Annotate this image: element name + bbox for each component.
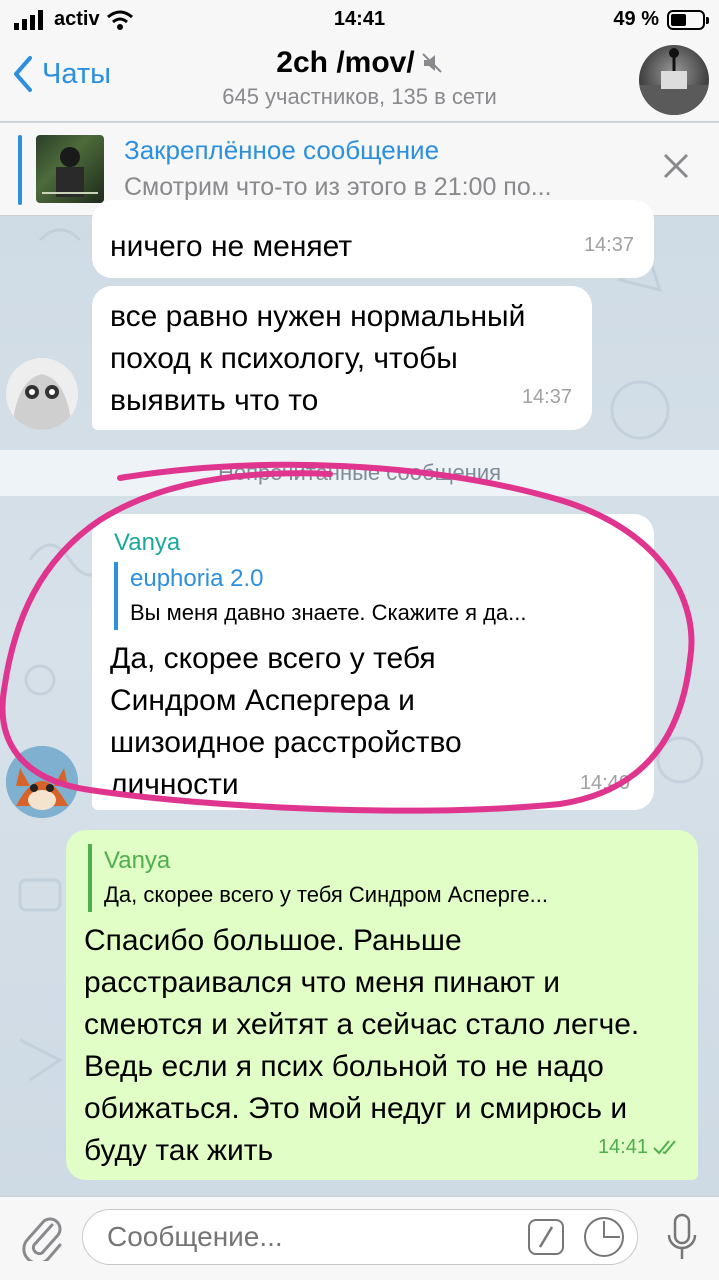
microphone-icon <box>667 1213 697 1259</box>
close-icon <box>663 153 689 179</box>
sender-name[interactable]: Vanya <box>114 522 180 564</box>
chat-title: 2ch /mov/ <box>276 46 415 79</box>
reply-preview[interactable]: euphoria 2.0 Вы меня давно знаете. Скажи… <box>114 562 630 630</box>
group-picture-icon <box>639 48 709 115</box>
reply-author: euphoria 2.0 <box>130 565 264 592</box>
close-pinned-button[interactable] <box>661 151 691 190</box>
pinned-text: Смотрим что-то из этого в 21:00 по... <box>124 173 552 201</box>
status-bar: activ 14:41 49 % <box>0 0 719 40</box>
message-bubble[interactable]: Vanya euphoria 2.0 Вы меня давно знаете.… <box>92 514 654 810</box>
chat-subtitle: 645 участников, 135 в сети <box>222 84 497 109</box>
message-text: все равно нужен нормальный поход к психо… <box>110 300 526 417</box>
pinned-thumbnail <box>36 135 104 203</box>
reply-text: Вы меня давно знаете. Скажите я да... <box>130 600 527 625</box>
reply-preview[interactable]: Vanya Да, скорее всего у тебя Синдром Ас… <box>88 844 684 912</box>
chat-title-area[interactable]: 2ch /mov/ 645 участников, 135 в сети <box>120 46 599 110</box>
message-time: 14:37 <box>521 386 572 408</box>
battery-icon <box>667 9 709 30</box>
slash-command-icon <box>538 1226 554 1248</box>
message-bubble[interactable]: ничего не меняет 14:37 <box>92 200 654 278</box>
chevron-left-icon <box>14 56 32 92</box>
message-text: Да, скорее всего у тебя Синдром Аспергер… <box>110 642 462 801</box>
user-avatar[interactable] <box>6 358 78 430</box>
pinned-title: Закреплённое сообщение <box>124 135 440 165</box>
anime-girl-avatar-icon <box>6 358 78 430</box>
user-avatar[interactable] <box>6 746 78 818</box>
fox-avatar-icon <box>6 746 78 818</box>
back-label: Чаты <box>42 57 111 90</box>
message-status: 14:41 <box>598 1126 682 1168</box>
chat-avatar[interactable] <box>639 45 709 115</box>
battery-percent: 49 % <box>613 8 659 30</box>
double-check-icon <box>653 1140 676 1155</box>
chat-header: Чаты 2ch /mov/ 645 участников, 135 в сет… <box>0 40 719 122</box>
outgoing-message-bubble[interactable]: Vanya Да, скорее всего у тебя Синдром Ас… <box>66 830 698 1180</box>
sticker-icon <box>603 1221 620 1238</box>
message-time: 14:37 <box>583 234 634 256</box>
message-time: 14:40 <box>579 772 630 794</box>
paperclip-icon <box>22 1217 62 1265</box>
command-button[interactable] <box>528 1219 564 1255</box>
status-time: 14:41 <box>333 8 386 30</box>
status-right: 49 % <box>613 8 709 31</box>
message-text: Спасибо большое. Раньше расстраивался чт… <box>84 924 640 1167</box>
attach-button[interactable] <box>20 1215 64 1266</box>
message-text: ничего не меняет <box>110 230 353 263</box>
reply-text: Да, скорее всего у тебя Синдром Асперге.… <box>104 882 548 907</box>
reply-author: Vanya <box>104 847 171 874</box>
back-button[interactable]: Чаты <box>12 54 111 94</box>
message-input-bar <box>0 1196 719 1280</box>
voice-record-button[interactable] <box>667 1213 697 1266</box>
message-bubble[interactable]: все равно нужен нормальный поход к психо… <box>92 286 592 430</box>
muted-icon <box>421 53 442 73</box>
message-time: 14:41 <box>597 1136 648 1158</box>
sticker-button[interactable] <box>584 1217 624 1257</box>
chat-title-row: 2ch /mov/ <box>276 46 442 80</box>
pinned-accent-bar <box>18 135 22 205</box>
pinned-image-icon <box>42 147 98 197</box>
unread-divider: Непрочитанные сообщения <box>0 450 719 496</box>
